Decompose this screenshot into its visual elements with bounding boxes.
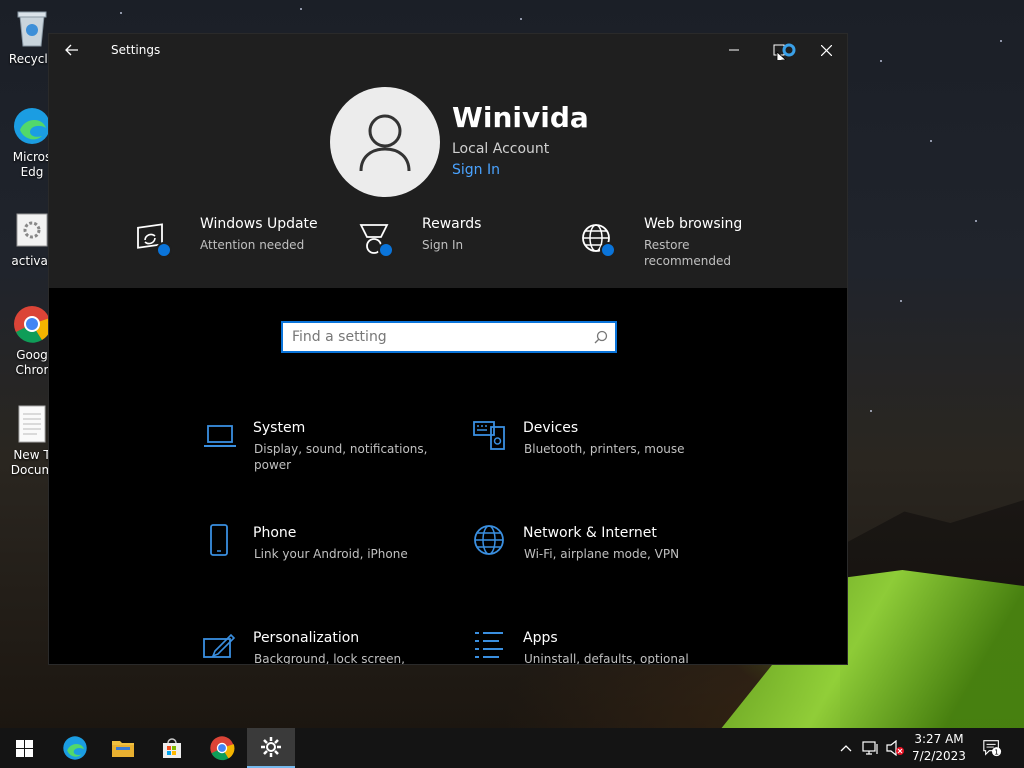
title-bar: Settings (49, 34, 847, 66)
settings-window: Settings Winivida Local Account Sign In … (48, 33, 848, 665)
devices-keyboard-speaker-icon (473, 421, 505, 450)
status-dot (600, 242, 616, 258)
star (520, 18, 522, 20)
user-name: Winivida (452, 101, 589, 134)
taskbar-store[interactable] (148, 728, 196, 768)
category-subtitle: Background, lock screen, colors (254, 652, 405, 665)
category-title: Network & Internet (523, 525, 657, 541)
star (300, 8, 302, 10)
phone-icon (210, 524, 228, 556)
category-subtitle: Link your Android, iPhone (254, 547, 408, 561)
account-type: Local Account (452, 141, 550, 157)
show-hidden-icons-button[interactable] (836, 738, 856, 758)
close-icon (820, 44, 832, 56)
edge-icon (63, 736, 87, 760)
category-devices[interactable]: Devices Bluetooth, printers, mouse (473, 419, 733, 479)
taskbar-settings[interactable] (247, 728, 295, 768)
promo-title: Rewards (422, 216, 482, 232)
chrome-icon (12, 304, 52, 344)
windows-logo-icon (15, 739, 33, 757)
star (870, 410, 872, 412)
category-title: Phone (253, 525, 297, 541)
promo-title: Web browsing (644, 216, 743, 232)
category-network-internet[interactable]: Network & Internet Wi-Fi, airplane mode,… (473, 524, 733, 584)
back-button[interactable] (59, 38, 85, 62)
gear-icon (261, 737, 281, 757)
status-dot (378, 242, 394, 258)
window-title: Settings (111, 43, 161, 57)
settings-file-icon (12, 210, 52, 250)
promo-title: Windows Update (200, 216, 318, 232)
volume-muted-icon (886, 740, 904, 756)
maximize-icon (773, 43, 796, 60)
category-subtitle: Uninstall, defaults, optional (524, 652, 689, 665)
minimize-icon (729, 49, 739, 51)
chrome-icon (210, 736, 235, 761)
back-arrow-icon (65, 44, 78, 56)
category-phone[interactable]: Phone Link your Android, iPhone (203, 524, 463, 584)
status-dot (156, 242, 172, 258)
volume-tray-button[interactable] (885, 738, 905, 758)
close-button[interactable] (803, 34, 847, 66)
category-title: Personalization (253, 630, 360, 646)
star (120, 12, 122, 14)
notification-icon: 1 (983, 740, 1002, 756)
taskbar-chrome[interactable] (198, 728, 246, 768)
category-system[interactable]: System Display, sound, notifications, po… (203, 419, 463, 479)
star (930, 140, 932, 142)
recycle-bin-icon (12, 8, 52, 48)
search-box[interactable] (281, 321, 617, 353)
promo-subtitle: Attention needed (200, 238, 305, 252)
taskbar: 3:27 AM 7/2/2023 1 (0, 728, 1024, 768)
minimize-button[interactable] (711, 34, 757, 66)
star (900, 300, 902, 302)
network-globe-icon (474, 525, 504, 555)
category-title: Apps (523, 630, 558, 646)
category-subtitle: Wi-Fi, airplane mode, VPN (524, 547, 680, 561)
clock-time: 3:27 AM (914, 732, 964, 746)
notification-count: 1 (994, 747, 999, 756)
category-title: System (253, 420, 306, 436)
maximize-button[interactable] (757, 34, 803, 66)
user-icon (359, 114, 411, 172)
apps-list-icon (475, 632, 503, 658)
category-apps[interactable]: Apps Uninstall, defaults, optional (473, 629, 733, 665)
category-personalization[interactable]: Personalization Background, lock screen,… (203, 629, 463, 665)
category-title: Devices (523, 420, 579, 436)
laptop-icon (204, 425, 236, 447)
edge-icon (12, 106, 52, 146)
sign-in-link[interactable]: Sign In (452, 162, 500, 178)
category-subtitle: Display, sound, notifications, power (254, 442, 428, 472)
category-subtitle: Bluetooth, printers, mouse (524, 442, 685, 456)
chevron-up-icon (840, 745, 852, 752)
store-bag-icon (163, 738, 181, 758)
promo-subtitle: Sign In (422, 238, 464, 252)
promo-subtitle: Restore recommended (644, 238, 731, 268)
star (975, 220, 977, 222)
text-document-icon (12, 404, 52, 444)
network-tray-button[interactable] (861, 738, 881, 758)
taskbar-clock[interactable]: 3:27 AM 7/2/2023 (904, 731, 974, 765)
personalization-brush-icon (203, 633, 236, 658)
account-header: Winivida Local Account Sign In Windows U… (49, 66, 847, 288)
taskbar-file-explorer[interactable] (99, 728, 147, 768)
folder-icon (112, 741, 134, 757)
search-input[interactable] (283, 323, 587, 351)
avatar[interactable] (330, 87, 440, 197)
clock-date: 7/2/2023 (912, 749, 966, 763)
network-icon (862, 741, 878, 755)
star (1000, 40, 1002, 42)
taskbar-edge[interactable] (51, 728, 99, 768)
search-icon[interactable] (587, 323, 615, 351)
start-button[interactable] (0, 728, 48, 768)
star (880, 60, 882, 62)
action-center-button[interactable]: 1 (982, 738, 1002, 758)
